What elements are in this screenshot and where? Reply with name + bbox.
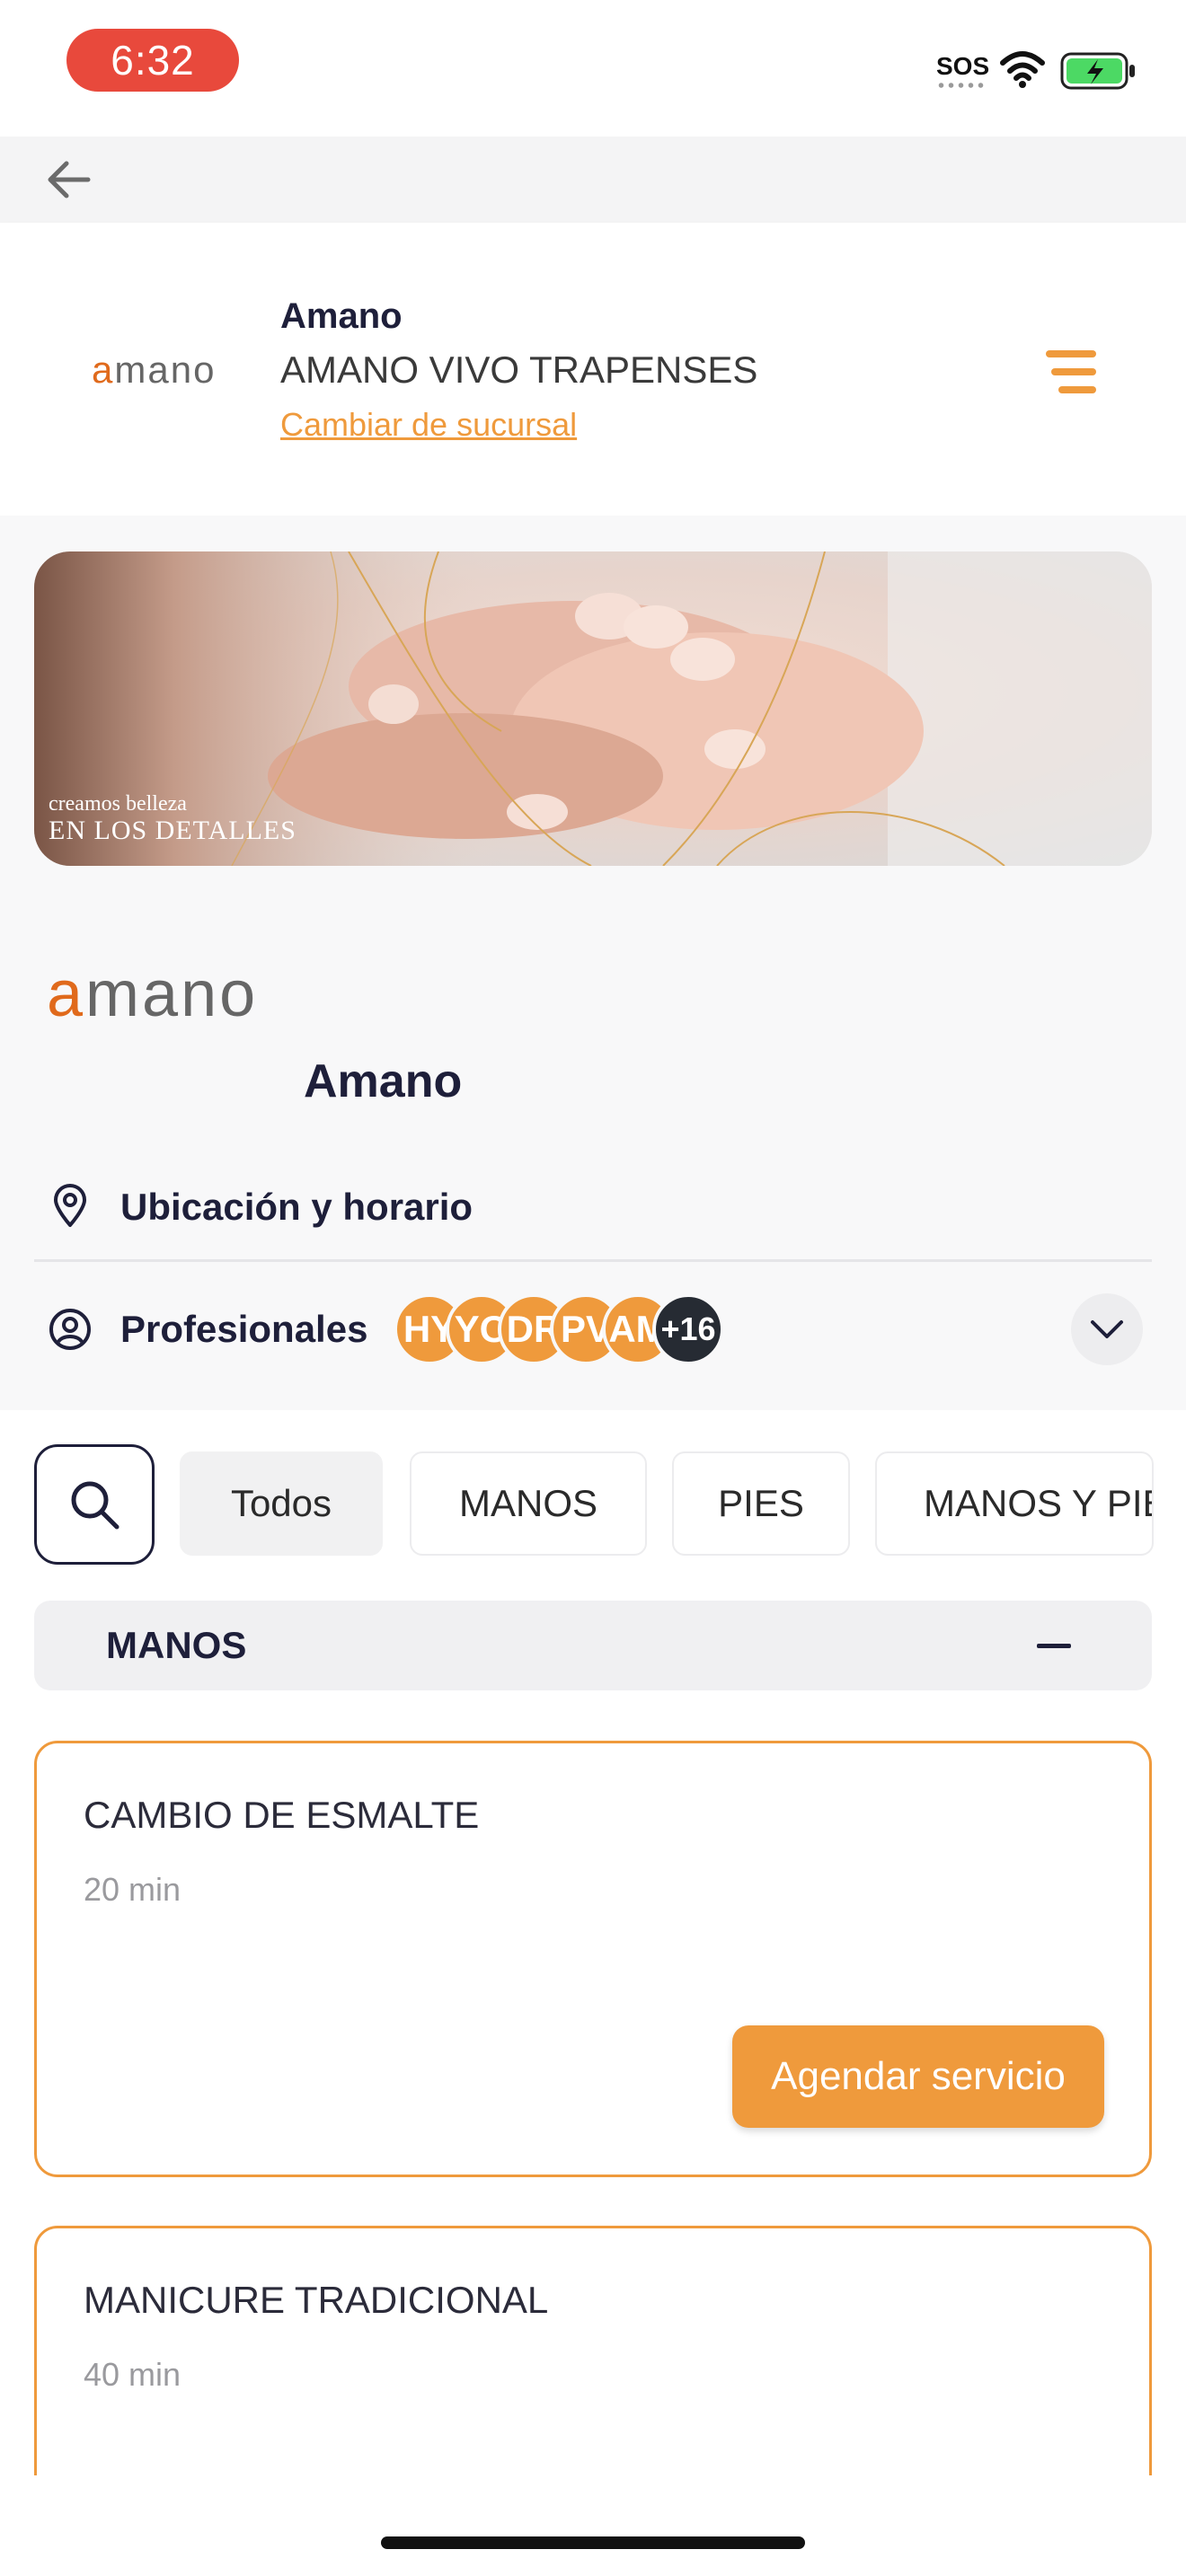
chevron-down-icon xyxy=(1091,1320,1123,1338)
menu-icon[interactable] xyxy=(1044,348,1098,395)
status-time: 6:32 xyxy=(66,29,239,92)
battery-icon xyxy=(1060,52,1135,90)
expand-professionals-button[interactable] xyxy=(1071,1293,1143,1365)
book-service-button[interactable]: Agendar servicio xyxy=(732,2025,1104,2128)
banner-tagline-large: EN LOS DETALLES xyxy=(49,816,296,845)
category-title: MANOS xyxy=(106,1624,247,1666)
arrow-left-icon[interactable] xyxy=(45,160,92,199)
header-logo: amano xyxy=(92,348,217,391)
more-professionals-badge[interactable]: +16 xyxy=(652,1293,724,1365)
service-card[interactable]: MANICURE TRADICIONAL 40 min xyxy=(34,2226,1152,2475)
divider xyxy=(34,1259,1152,1262)
service-card[interactable]: CAMBIO DE ESMALTE 20 min Agendar servici… xyxy=(34,1741,1152,2177)
service-name: MANICURE TRADICIONAL xyxy=(84,2279,549,2321)
signal-dots-icon xyxy=(936,83,987,88)
wifi-icon xyxy=(1000,51,1045,88)
promo-banner: creamos belleza EN LOS DETALLES xyxy=(34,551,1152,866)
search-icon xyxy=(71,1481,119,1530)
header-business-name: Amano xyxy=(280,296,403,336)
service-duration: 20 min xyxy=(84,1871,181,1908)
filter-chip-manos-y-pies[interactable]: MANOS Y PIES xyxy=(875,1451,1154,1556)
filter-chip-manos[interactable]: MANOS xyxy=(410,1451,647,1556)
collapse-icon[interactable] xyxy=(1037,1644,1071,1648)
search-button[interactable] xyxy=(34,1444,155,1565)
business-logo: amano xyxy=(47,958,259,1030)
change-branch-link[interactable]: Cambiar de sucursal xyxy=(280,406,577,444)
home-indicator xyxy=(381,2536,805,2549)
filter-chip-pies[interactable]: PIES xyxy=(672,1451,850,1556)
service-duration: 40 min xyxy=(84,2356,181,2393)
user-circle-icon xyxy=(49,1309,91,1350)
navigation-bar xyxy=(0,137,1186,223)
location-hours-link[interactable]: Ubicación y horario xyxy=(120,1186,473,1229)
service-card-clip: MANICURE TRADICIONAL 40 min xyxy=(0,2226,1186,2475)
header-branch-name: AMANO VIVO TRAPENSES xyxy=(280,348,758,391)
filter-chip-todos[interactable]: Todos xyxy=(180,1451,383,1556)
sos-indicator: SOS xyxy=(936,52,990,80)
service-name: CAMBIO DE ESMALTE xyxy=(84,1794,480,1836)
professionals-label: Profesionales xyxy=(120,1308,368,1350)
location-pin-icon xyxy=(54,1184,86,1227)
banner-tagline-small: creamos belleza xyxy=(49,792,187,816)
category-header-manos[interactable]: MANOS xyxy=(34,1601,1152,1690)
business-name: Amano xyxy=(304,1055,463,1107)
